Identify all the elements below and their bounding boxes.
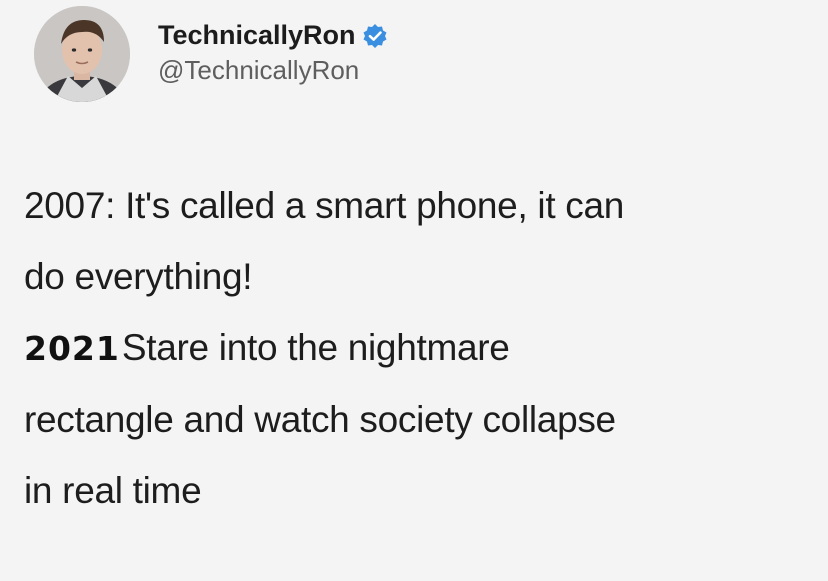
tweet-header: TechnicallyRon @TechnicallyRon	[34, 6, 388, 102]
tweet-line-4: rectangle and watch society collapse	[24, 399, 616, 440]
tweet-line-3-rest: Stare into the nightmare	[121, 327, 510, 368]
verified-badge-icon	[362, 23, 388, 49]
avatar-photo	[34, 6, 130, 102]
tweet-line-5: in real time	[24, 470, 202, 511]
display-name-row: TechnicallyRon	[158, 20, 388, 51]
tweet-line-3: 2021Stare into the nightmare	[24, 312, 814, 384]
author-names: TechnicallyRon @TechnicallyRon	[158, 20, 388, 86]
tweet-text: 2007: It's called a smart phone, it can …	[24, 170, 814, 526]
display-name[interactable]: TechnicallyRon	[158, 20, 356, 51]
tweet-card: TechnicallyRon @TechnicallyRon 2007: It'…	[0, 0, 828, 581]
tweet-line-1: 2007: It's called a smart phone, it can	[24, 185, 625, 226]
author-handle[interactable]: @TechnicallyRon	[158, 55, 388, 86]
avatar[interactable]	[34, 6, 130, 102]
tweet-line-2: do everything!	[24, 256, 253, 297]
year-2021-label: 2021	[24, 329, 120, 368]
